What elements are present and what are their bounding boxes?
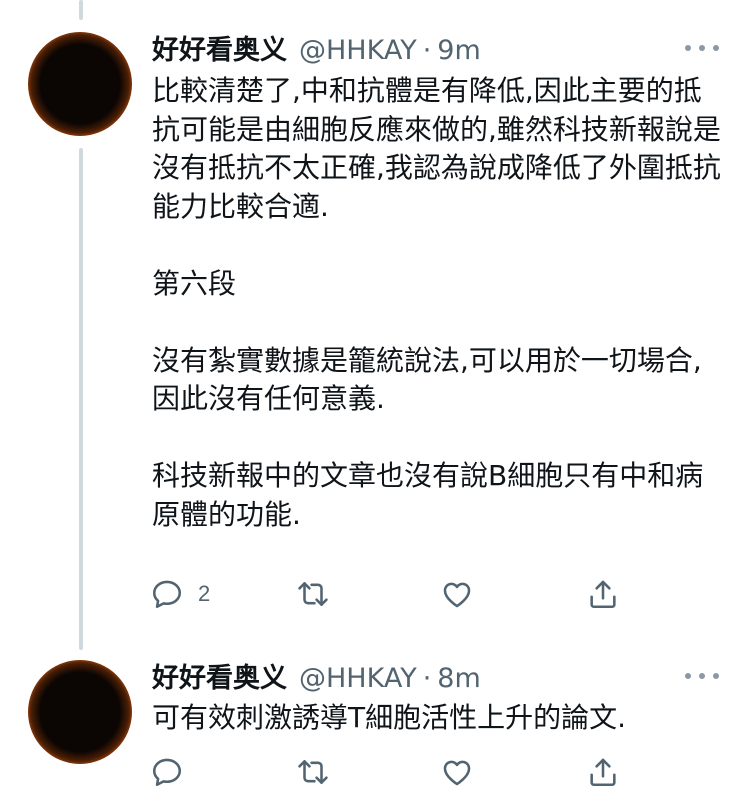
retweet-button[interactable] bbox=[296, 574, 330, 614]
tweet-paragraph: 科技新報中的文章也沒有說B細胞只有中和病原體的功能. bbox=[152, 459, 704, 531]
retweet-button[interactable] bbox=[296, 752, 330, 792]
reply-icon bbox=[152, 580, 182, 609]
tweet-actions: 2 bbox=[150, 574, 630, 614]
tweet-paragraph: 比較清楚了,中和抗體是有降低,因此主要的抵抗可能是由細胞反應來做的,雖然科技新報… bbox=[152, 74, 721, 223]
timestamp[interactable]: 9m bbox=[437, 35, 480, 66]
more-icon bbox=[685, 673, 691, 679]
like-button[interactable] bbox=[440, 574, 474, 614]
share-icon bbox=[590, 580, 616, 609]
share-button[interactable] bbox=[586, 574, 620, 614]
display-name[interactable]: 好好看奥义 bbox=[152, 28, 287, 67]
tweet-header: 好好看奥义 @HHKAY · 8m bbox=[152, 656, 481, 696]
retweet-icon bbox=[298, 760, 328, 784]
reply-icon bbox=[152, 758, 182, 787]
user-handle[interactable]: @HHKAY bbox=[299, 663, 417, 694]
tweet-text: 可有效刺激誘導T細胞活性上升的論文. bbox=[152, 699, 722, 738]
display-name[interactable]: 好好看奥义 bbox=[152, 656, 287, 695]
tweet-actions bbox=[150, 752, 630, 792]
reply-button[interactable]: 2 bbox=[150, 574, 210, 614]
more-icon bbox=[685, 45, 691, 51]
avatar[interactable] bbox=[28, 32, 132, 136]
retweet-icon bbox=[298, 582, 328, 606]
tweet-text: 比較清楚了,中和抗體是有降低,因此主要的抵抗可能是由細胞反應來做的,雖然科技新報… bbox=[152, 72, 722, 534]
heart-icon bbox=[443, 760, 471, 786]
thread-line-middle bbox=[79, 148, 83, 650]
separator-dot: · bbox=[422, 663, 432, 694]
more-options-button[interactable] bbox=[685, 38, 719, 58]
heart-icon bbox=[443, 582, 471, 608]
tweet-header: 好好看奥义 @HHKAY · 9m bbox=[152, 28, 481, 68]
tweet-paragraph: 可有效刺激誘導T細胞活性上升的論文. bbox=[152, 701, 627, 734]
share-icon bbox=[590, 758, 616, 787]
separator-dot: · bbox=[422, 35, 432, 66]
reply-count: 2 bbox=[198, 581, 211, 606]
thread-line-top bbox=[79, 0, 83, 20]
reply-button[interactable] bbox=[150, 752, 198, 792]
user-handle[interactable]: @HHKAY bbox=[299, 35, 417, 66]
like-button[interactable] bbox=[440, 752, 474, 792]
tweet-paragraph: 沒有紮實數據是籠統說法,可以用於一切場合,因此沒有任何意義. bbox=[152, 343, 702, 416]
share-button[interactable] bbox=[586, 752, 620, 792]
tweet-paragraph: 第六段 bbox=[152, 266, 237, 300]
avatar[interactable] bbox=[28, 660, 132, 764]
timestamp[interactable]: 8m bbox=[437, 663, 480, 694]
more-options-button[interactable] bbox=[685, 666, 719, 686]
